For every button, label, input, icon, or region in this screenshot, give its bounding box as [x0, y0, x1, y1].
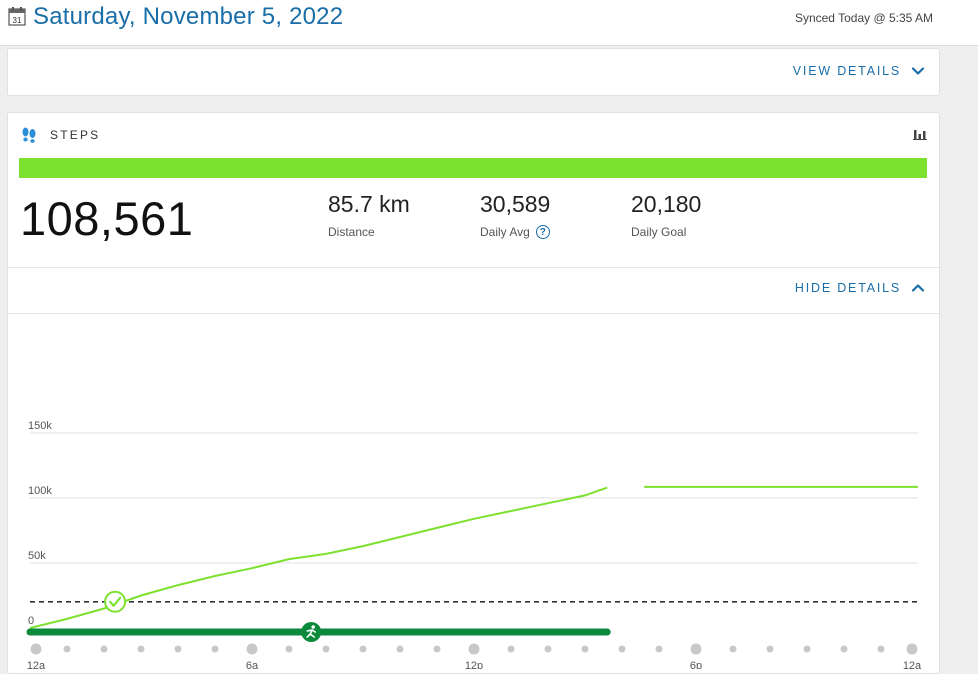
timeline-dot [246, 643, 258, 655]
view-details-button[interactable]: VIEW DETAILS [793, 64, 925, 78]
chevron-down-icon [911, 67, 925, 75]
timeline-dot [137, 645, 145, 653]
timeline-dot [877, 645, 885, 653]
running-icon-head [311, 625, 316, 629]
timeline-dot [63, 645, 71, 653]
x-tick-label: 12p [465, 660, 483, 669]
timeline-dot [618, 645, 626, 653]
timeline-dot [581, 645, 589, 653]
timeline-dot [359, 645, 367, 653]
x-tick-label: 6a [246, 660, 259, 669]
sync-status: Synced Today @ 5:35 AM [794, 11, 933, 25]
y-tick-label: 0 [28, 615, 34, 627]
steps-chart: 0 50k 100k 150k 12a 6a 12p 6p 12a [26, 420, 922, 669]
y-tick-label: 50k [28, 550, 46, 562]
timeline-dot [544, 645, 552, 653]
timeline-dot [690, 643, 702, 655]
svg-text:31: 31 [13, 16, 22, 25]
timeline-dot [729, 645, 737, 653]
view-details-label: VIEW DETAILS [792, 64, 901, 78]
calendar-icon[interactable]: 31 [8, 6, 26, 26]
timeline-dot [906, 643, 918, 655]
x-tick-label: 12a [27, 660, 46, 669]
x-tick-label: 12a [903, 660, 922, 669]
x-tick-label: 6p [690, 660, 702, 669]
y-tick-label: 150k [28, 420, 52, 432]
timeline-dot [211, 645, 219, 653]
page-title: Saturday, November 5, 2022 [33, 3, 344, 30]
timeline-dot [803, 645, 811, 653]
summary-card: VIEW DETAILS [7, 48, 940, 96]
timeline-dot [655, 645, 663, 653]
timeline-dot [174, 645, 182, 653]
steps-card: STEPS 108,561 85.7 km Distance 30,589 Da… [7, 112, 940, 674]
timeline-dot [285, 645, 293, 653]
timeline-dot [840, 645, 848, 653]
top-bar: 31 Saturday, November 5, 2022 Synced Tod… [0, 0, 978, 46]
timeline-dot [30, 643, 42, 655]
timeline-dot [507, 645, 515, 653]
goal-reached-marker [104, 590, 127, 613]
y-tick-label: 100k [28, 485, 52, 497]
timeline-dot [322, 645, 330, 653]
timeline-dot [433, 645, 441, 653]
timeline-dot [766, 645, 774, 653]
timeline-dot [100, 645, 108, 653]
timeline-dot [468, 643, 480, 655]
timeline-dot [396, 645, 404, 653]
